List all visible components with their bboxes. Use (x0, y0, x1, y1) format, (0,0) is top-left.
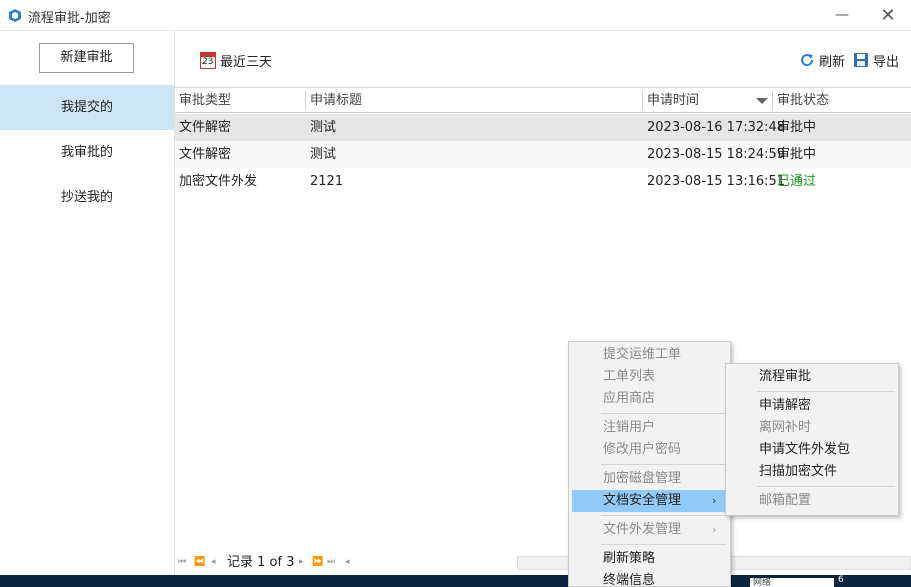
taskbar-tail-text: 6 (838, 575, 844, 585)
cell-time: 2023-08-15 18:24:59 (647, 147, 786, 162)
minimize-button[interactable]: — (819, 0, 865, 31)
table-row[interactable]: 文件解密 测试 2023-08-15 18:24:59 审批中 (175, 141, 911, 168)
export-button[interactable]: 导出 (853, 51, 900, 70)
cell-title: 2121 (310, 174, 344, 189)
menu-item-logout[interactable]: 注销用户 (569, 417, 730, 439)
cell-status: 审批中 (777, 120, 817, 135)
next-page-fast-icon[interactable]: ⏩ (312, 557, 323, 567)
menu-separator (601, 515, 726, 516)
prev-page-fast-icon[interactable]: ⏪ (194, 557, 205, 567)
refresh-button[interactable]: 刷新 (799, 51, 846, 70)
context-menu: 提交运维工单 工单列表 应用商店 注销用户 修改用户密码 加密磁盘管理 文档安全… (568, 341, 731, 587)
column-header-title[interactable]: 申请标题 (306, 88, 362, 113)
submenu-item-decrypt[interactable]: 申请解密 (726, 395, 898, 417)
taskbar: 网络 6 (0, 575, 911, 587)
menu-separator (757, 391, 895, 392)
menu-item-submit-ticket[interactable]: 提交运维工单 (569, 344, 730, 366)
table-row[interactable]: 文件解密 测试 2023-08-16 17:32:48 审批中 (175, 114, 911, 141)
submenu-item-offline-time[interactable]: 离网补时 (726, 417, 898, 439)
sidebar: 新建审批 我提交的 我审批的 抄送我的 (0, 31, 175, 575)
column-header-type[interactable]: 审批类型 (175, 88, 231, 113)
menu-item-doc-security[interactable]: 文档安全管理 › (572, 490, 727, 512)
menu-item-refresh-policy[interactable]: 刷新策略 (569, 548, 730, 570)
column-header-status[interactable]: 审批状态 (773, 88, 829, 113)
refresh-label: 刷新 (819, 54, 846, 70)
submenu-arrow-icon: › (712, 494, 717, 507)
cell-time: 2023-08-16 17:32:48 (647, 120, 786, 135)
date-filter-label: 最近三天 (220, 54, 273, 70)
pager: ⏮ ⏪ ◂ 记录 1 of 3 ▸ ⏩ ⏭ ◂ (175, 554, 911, 574)
menu-separator (757, 486, 895, 487)
menu-item-change-password[interactable]: 修改用户密码 (569, 439, 730, 461)
cell-title: 测试 (310, 147, 337, 162)
app-logo-icon (9, 9, 21, 22)
sidebar-item-approving[interactable]: 我审批的 (0, 130, 174, 175)
record-count: 记录 1 of 3 (227, 555, 295, 570)
close-icon: ✕ (880, 5, 896, 26)
calendar-icon: 23 (200, 51, 216, 69)
date-filter-button[interactable]: 23 最近三天 (200, 51, 273, 70)
prev-page-icon[interactable]: ◂ (211, 557, 216, 567)
submenu-item-outgoing-package[interactable]: 申请文件外发包 (726, 439, 898, 461)
window-title: 流程审批-加密 (28, 11, 111, 26)
menu-item-doc-security-label: 文档安全管理 (603, 493, 682, 508)
export-label: 导出 (873, 54, 900, 70)
menu-item-file-outgoing[interactable]: 文件外发管理 › (569, 519, 730, 541)
title-bar: 流程审批-加密 — ✕ (0, 0, 911, 31)
menu-separator (601, 413, 726, 414)
submenu: 流程审批 申请解密 离网补时 申请文件外发包 扫描加密文件 邮箱配置 (725, 363, 899, 516)
cell-status: 审批中 (777, 147, 817, 162)
sidebar-item-cc[interactable]: 抄送我的 (0, 175, 174, 220)
minimize-icon: — (835, 7, 849, 23)
last-page-icon[interactable]: ⏭ (327, 557, 335, 567)
menu-item-terminal-info[interactable]: 终端信息 (569, 570, 730, 587)
table-header: 审批类型 申请标题 申请时间 审批状态 (175, 87, 911, 113)
refresh-icon (801, 54, 814, 67)
cell-status: 已通过 (777, 174, 817, 189)
submenu-item-mail-config[interactable]: 邮箱配置 (726, 490, 898, 512)
submenu-item-workflow[interactable]: 流程审批 (726, 366, 898, 388)
cell-type: 文件解密 (179, 147, 232, 162)
cell-type: 加密文件外发 (179, 174, 258, 189)
next-page-icon[interactable]: ▸ (299, 557, 304, 567)
toolbar: 23 最近三天 刷新 导出 (175, 31, 911, 87)
close-button[interactable]: ✕ (865, 0, 911, 31)
menu-item-app-store[interactable]: 应用商店 (569, 388, 730, 410)
scroll-left-icon[interactable]: ◂ (345, 557, 350, 567)
submenu-item-scan-encrypted[interactable]: 扫描加密文件 (726, 461, 898, 483)
cell-title: 测试 (310, 120, 337, 135)
column-header-time[interactable]: 申请时间 (643, 88, 699, 113)
menu-item-file-outgoing-label: 文件外发管理 (603, 522, 682, 537)
first-page-icon[interactable]: ⏮ (178, 557, 186, 567)
menu-separator (601, 464, 726, 465)
sidebar-item-submitted[interactable]: 我提交的 (0, 85, 174, 130)
new-approval-button[interactable]: 新建审批 (39, 43, 134, 73)
cell-time: 2023-08-15 13:16:51 (647, 174, 786, 189)
sort-descending-icon[interactable] (756, 98, 768, 104)
submenu-arrow-icon: › (712, 523, 717, 536)
table-row[interactable]: 加密文件外发 2121 2023-08-15 13:16:51 已通过 (175, 168, 911, 195)
menu-item-ticket-list[interactable]: 工单列表 (569, 366, 730, 388)
cell-type: 文件解密 (179, 120, 232, 135)
taskbar-search-field[interactable]: 网络 (750, 578, 834, 587)
menu-separator (601, 544, 726, 545)
save-icon (854, 53, 868, 67)
menu-item-encrypted-disk[interactable]: 加密磁盘管理 (569, 468, 730, 490)
